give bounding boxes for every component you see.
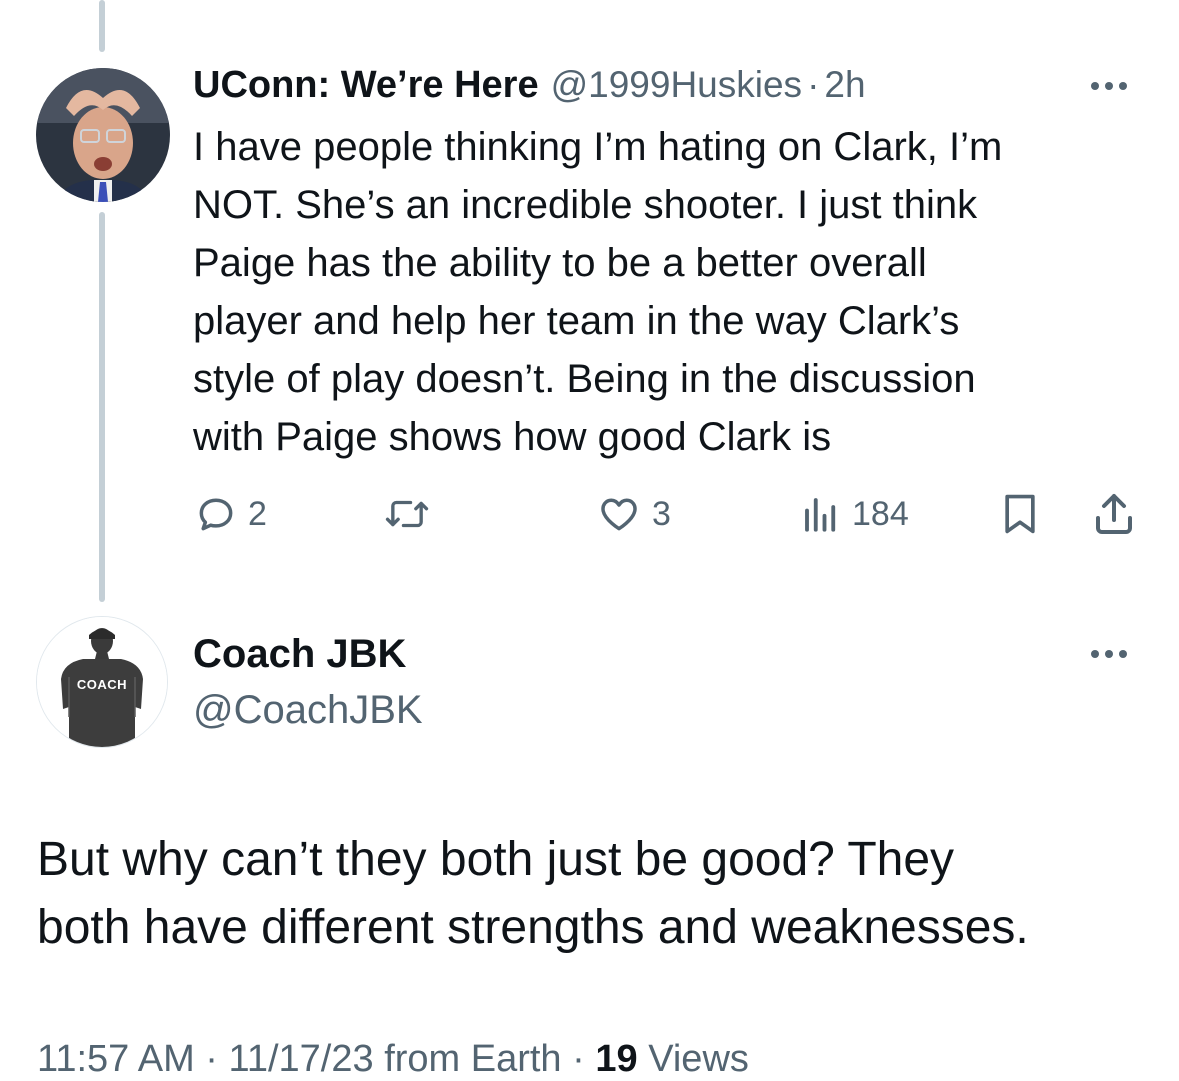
reply-views-label: Views xyxy=(648,1038,749,1080)
tweet-separator: · xyxy=(807,64,820,105)
tweet-action-bar: 2 3 184 xyxy=(190,490,1150,540)
reply-text-line: both have different strengths and weakne… xyxy=(37,901,1029,954)
reply-more-icon[interactable] xyxy=(1091,650,1127,658)
meta-separator: · xyxy=(572,1038,585,1080)
share-button[interactable] xyxy=(1090,490,1138,538)
reply-time[interactable]: 11:57 AM xyxy=(37,1038,195,1080)
tweet-time[interactable]: 2h xyxy=(824,64,865,106)
reply-button[interactable]: 2 xyxy=(194,492,267,536)
avatar-coachjbk[interactable]: COACH xyxy=(36,616,168,748)
reply-text-line: But why can’t they both just be good? Th… xyxy=(37,833,955,886)
tweet-text-line: player and help her team in the way Clar… xyxy=(193,299,960,343)
avatar-photo xyxy=(36,68,170,202)
like-icon xyxy=(601,498,637,531)
reply-meta: 11:57 AM · 11/17/23 from Earth · 19 View… xyxy=(37,1038,749,1081)
tweet-text-line: Paige has the ability to be a better ove… xyxy=(193,241,927,285)
bookmark-icon xyxy=(1005,494,1035,534)
thread-line-top xyxy=(99,0,105,52)
reply-views-count: 19 xyxy=(595,1038,638,1080)
tweet-text-line: style of play doesn’t. Being in the disc… xyxy=(193,357,976,401)
reply-source: from Earth xyxy=(384,1038,562,1080)
tweet-text-line: with Paige shows how good Clark is xyxy=(193,415,832,459)
like-button[interactable]: 3 xyxy=(596,492,671,536)
meta-separator: · xyxy=(205,1038,218,1080)
reply-text: But why can’t they both just be good? Th… xyxy=(37,826,1147,962)
reply-handle[interactable]: @CoachJBK xyxy=(193,688,423,733)
reply-display-name[interactable]: Coach JBK xyxy=(193,632,406,677)
views-count: 184 xyxy=(852,494,909,533)
thread-line-connector xyxy=(99,212,105,602)
tweet-text: I have people thinking I’m hating on Cla… xyxy=(193,118,1143,466)
avatar-shirt-text: COACH xyxy=(76,677,128,692)
tweet-display-name[interactable]: UConn: We’re Here xyxy=(193,64,539,107)
tweet-handle[interactable]: @1999Huskies xyxy=(551,64,802,106)
tweet-text-line: I have people thinking I’m hating on Cla… xyxy=(193,125,1003,169)
share-icon xyxy=(1096,494,1132,534)
like-count: 3 xyxy=(652,494,671,533)
views-icon xyxy=(805,498,836,532)
tweet-more-icon[interactable] xyxy=(1091,82,1127,90)
views-button[interactable]: 184 xyxy=(800,492,909,536)
avatar-uconn[interactable] xyxy=(36,68,170,202)
reply-icon xyxy=(199,498,233,531)
retweet-button[interactable] xyxy=(384,492,430,536)
reply-count: 2 xyxy=(248,494,267,533)
bookmark-button[interactable] xyxy=(998,490,1042,538)
reply-date[interactable]: 11/17/23 xyxy=(229,1038,374,1080)
tweet-text-line: NOT. She’s an incredible shooter. I just… xyxy=(193,183,978,227)
tweet-header: UConn: We’re Here @1999Huskies · 2h xyxy=(193,64,866,107)
retweet-icon xyxy=(385,500,429,528)
